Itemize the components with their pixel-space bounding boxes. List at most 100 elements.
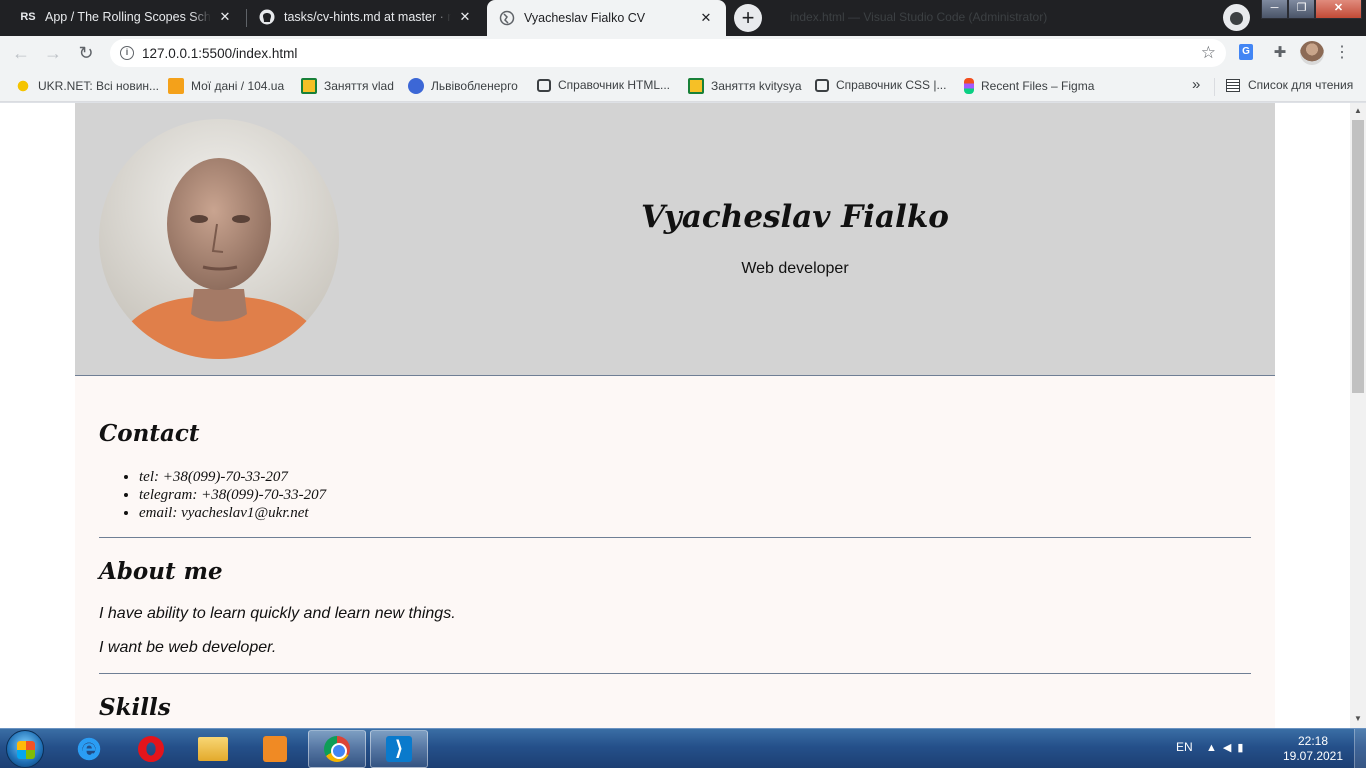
extensions-puzzle-icon[interactable]: ✚ bbox=[1268, 41, 1292, 65]
bookmark-html-reference[interactable]: Справочник HTML... bbox=[537, 78, 670, 92]
new-tab-button[interactable]: + bbox=[734, 4, 762, 32]
clock-time: 22:18 bbox=[1297, 734, 1329, 748]
104ua-icon bbox=[168, 78, 184, 94]
bookmark-bubble-icon bbox=[815, 78, 829, 92]
tab-cv[interactable]: Vyacheslav Fialko CV ✕ bbox=[487, 0, 726, 36]
opera-icon bbox=[138, 736, 164, 762]
internet-explorer-icon: e bbox=[76, 735, 102, 762]
bookmark-ukr-net[interactable]: UKR.NET: Всі новин... bbox=[15, 78, 159, 94]
bookmark-label: Recent Files – Figma bbox=[981, 79, 1095, 93]
vertical-scrollbar[interactable]: ▲ ▼ bbox=[1350, 103, 1366, 728]
bookmark-label: Справочник CSS |... bbox=[836, 78, 947, 92]
contact-telegram: telegram: +38(099)-70-33-207 bbox=[139, 486, 326, 504]
forward-arrow-icon[interactable]: → bbox=[40, 40, 66, 66]
taskbar-vscode[interactable]: ⟩ bbox=[370, 730, 428, 768]
reading-list-icon bbox=[1226, 78, 1240, 92]
contact-email: email: vyacheslav1@ukr.net bbox=[139, 504, 326, 522]
language-indicator[interactable]: EN bbox=[1176, 740, 1193, 754]
vscode-icon: ⟩ bbox=[386, 736, 412, 762]
tab-title: Vyacheslav Fialko CV bbox=[524, 11, 646, 25]
cv-name-heading: Vyacheslav Fialko bbox=[641, 199, 949, 235]
site-info-icon[interactable]: i bbox=[120, 46, 134, 60]
bookmarks-divider bbox=[1214, 78, 1215, 96]
network-signal-icon[interactable]: ▮ bbox=[1237, 742, 1249, 754]
globe-icon bbox=[499, 10, 515, 26]
bookmark-lvivoblenergo[interactable]: Львівобленерго bbox=[408, 78, 518, 94]
profile-avatar[interactable] bbox=[1300, 41, 1324, 65]
bookmark-figma[interactable]: Recent Files – Figma bbox=[964, 78, 1094, 94]
close-icon[interactable]: ✕ bbox=[457, 9, 473, 25]
tray-expand-icon[interactable]: ▲ bbox=[1206, 742, 1223, 754]
browser-toolbar: ← → ↻ i 127.0.0.1:5500/index.html ☆ ✚ ⋮ bbox=[0, 36, 1366, 70]
tab-title: tasks/cv-hints.md at master · rolling-sc… bbox=[284, 10, 451, 24]
bookmark-104ua[interactable]: Мої дані / 104.ua bbox=[168, 78, 284, 94]
reload-icon[interactable]: ↻ bbox=[73, 40, 99, 66]
taskbar-chrome[interactable] bbox=[308, 730, 366, 768]
bookmark-label: Справочник HTML... bbox=[558, 78, 670, 92]
bookmark-classroom-vlad[interactable]: Заняття vlad bbox=[301, 78, 394, 94]
scroll-down-arrow-icon[interactable]: ▼ bbox=[1354, 714, 1362, 723]
tab-search-icon[interactable] bbox=[1223, 4, 1250, 31]
profile-photo bbox=[99, 119, 339, 359]
address-url[interactable]: 127.0.0.1:5500/index.html bbox=[142, 46, 297, 61]
minimize-button[interactable]: ─ bbox=[1261, 0, 1288, 19]
lvivoblenergo-icon bbox=[408, 78, 424, 94]
about-paragraph: I have ability to learn quickly and lear… bbox=[99, 605, 456, 622]
windows-taskbar: e ⟩ EN ▲◀▮ 22:18 19.07.2021 bbox=[0, 728, 1366, 768]
bookmark-label: Львівобленерго bbox=[431, 79, 518, 93]
reading-list-label: Список для чтения bbox=[1248, 78, 1354, 92]
system-clock[interactable]: 22:18 19.07.2021 bbox=[1280, 734, 1346, 764]
start-button[interactable] bbox=[6, 730, 44, 768]
tab-rolling-scopes[interactable]: RS App / The Rolling Scopes School ✕ bbox=[8, 0, 245, 34]
show-desktop-button[interactable] bbox=[1354, 729, 1366, 768]
bookmark-label: Заняття kvitysya bbox=[711, 79, 802, 93]
bookmark-label: Заняття vlad bbox=[324, 79, 394, 93]
bookmarks-overflow-button[interactable]: » bbox=[1192, 76, 1200, 93]
section-divider bbox=[99, 673, 1251, 674]
contact-list: tel: +38(099)-70-33-207 telegram: +38(09… bbox=[139, 468, 326, 522]
bookmark-classroom-kvitysya[interactable]: Заняття kvitysya bbox=[688, 78, 802, 94]
contact-heading: Contact bbox=[99, 420, 200, 447]
contact-phone: tel: +38(099)-70-33-207 bbox=[139, 468, 326, 486]
maximize-button[interactable]: ❐ bbox=[1288, 0, 1315, 19]
bookmark-label: Мої дані / 104.ua bbox=[191, 79, 285, 93]
scroll-up-arrow-icon[interactable]: ▲ bbox=[1354, 106, 1362, 115]
window-close-button[interactable]: ✕ bbox=[1315, 0, 1362, 19]
tab-title: App / The Rolling Scopes School bbox=[45, 10, 211, 24]
figma-icon bbox=[964, 78, 974, 94]
media-player-icon bbox=[263, 736, 287, 762]
about-paragraph: I want be web developer. bbox=[99, 639, 277, 656]
volume-icon[interactable]: ◀ bbox=[1223, 742, 1237, 754]
ukr-net-icon bbox=[15, 78, 31, 94]
kebab-menu-icon[interactable]: ⋮ bbox=[1330, 41, 1354, 65]
clock-date: 19.07.2021 bbox=[1282, 749, 1344, 763]
background-window-title: index.html — Visual Studio Code (Adminis… bbox=[790, 10, 1048, 24]
address-bar[interactable]: i 127.0.0.1:5500/index.html ☆ bbox=[110, 39, 1226, 67]
taskbar-opera[interactable] bbox=[122, 730, 180, 768]
section-divider bbox=[99, 537, 1251, 538]
browser-titlebar: RS App / The Rolling Scopes School ✕ tas… bbox=[0, 0, 1366, 36]
tab-github[interactable]: tasks/cv-hints.md at master · rolling-sc… bbox=[247, 0, 485, 34]
chrome-icon bbox=[324, 736, 350, 762]
cv-role-subtitle: Web developer bbox=[741, 260, 849, 277]
scrollbar-thumb[interactable] bbox=[1352, 120, 1364, 393]
back-arrow-icon[interactable]: ← bbox=[8, 40, 34, 66]
reading-list-button[interactable]: Список для чтения bbox=[1226, 78, 1353, 92]
page-viewport[interactable]: Vyacheslav Fialko Web developer Contact … bbox=[0, 103, 1350, 728]
classroom-icon bbox=[301, 78, 317, 94]
bookmark-css-reference[interactable]: Справочник CSS |... bbox=[815, 78, 946, 92]
classroom-icon bbox=[688, 78, 704, 94]
translate-icon[interactable] bbox=[1238, 41, 1262, 65]
system-tray[interactable]: ▲◀▮ bbox=[1206, 741, 1249, 754]
cv-header: Vyacheslav Fialko Web developer bbox=[75, 103, 1275, 376]
about-heading: About me bbox=[99, 558, 223, 585]
bookmark-label: UKR.NET: Всі новин... bbox=[38, 79, 160, 93]
close-icon[interactable]: ✕ bbox=[698, 10, 714, 26]
bookmark-star-icon[interactable]: ☆ bbox=[1201, 43, 1216, 63]
close-icon[interactable]: ✕ bbox=[217, 9, 233, 25]
taskbar-internet-explorer[interactable]: e bbox=[60, 730, 118, 768]
skills-heading: Skills bbox=[99, 694, 171, 721]
rs-icon: RS bbox=[20, 11, 36, 23]
taskbar-file-explorer[interactable] bbox=[184, 730, 242, 768]
taskbar-media-player[interactable] bbox=[246, 730, 304, 768]
